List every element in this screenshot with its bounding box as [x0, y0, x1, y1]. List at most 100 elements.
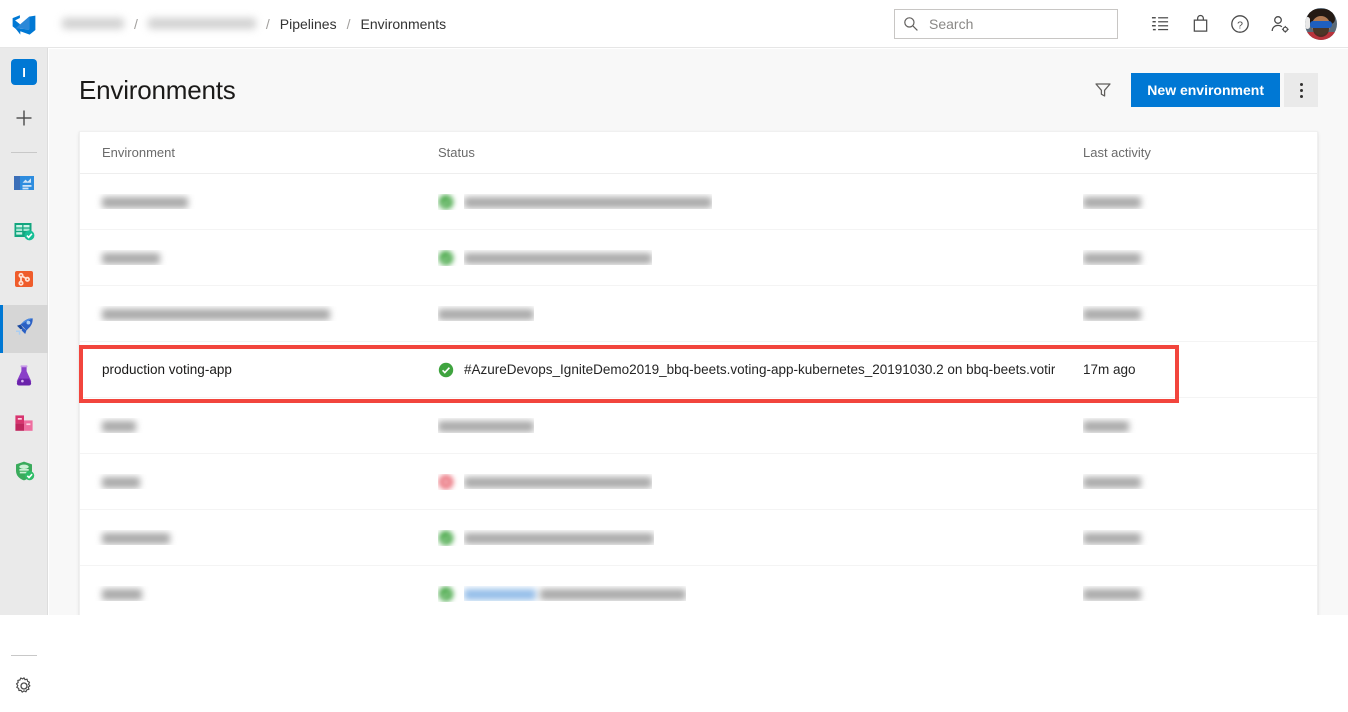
- cell-environment-name[interactable]: [80, 586, 438, 601]
- user-settings-icon[interactable]: [1260, 0, 1300, 48]
- cell-status[interactable]: [438, 250, 1083, 266]
- filter-funnel-icon[interactable]: [1087, 74, 1119, 106]
- table-row[interactable]: [80, 566, 1317, 615]
- cell-last-activity: [1083, 306, 1317, 321]
- cell-environment-name[interactable]: [80, 194, 438, 209]
- breadcrumb-item-pipelines[interactable]: Pipelines: [274, 0, 343, 48]
- sidebar-divider: [10, 152, 37, 153]
- security-shield-icon: [12, 459, 36, 488]
- project-settings-gear-icon: [14, 676, 34, 701]
- sidebar-item-overview[interactable]: [0, 161, 48, 209]
- cell-status[interactable]: [438, 306, 1083, 321]
- success-circle-icon: [438, 362, 454, 378]
- boards-icon: [12, 219, 36, 248]
- sidebar-item-test-plans[interactable]: [0, 353, 48, 401]
- cell-last-activity: [1083, 474, 1317, 489]
- search-icon: [903, 16, 921, 32]
- test-plans-icon: [12, 363, 36, 392]
- breadcrumb-item-project-redacted[interactable]: [147, 18, 256, 29]
- artifacts-icon: [12, 411, 36, 440]
- help-question-icon[interactable]: ?: [1220, 0, 1260, 48]
- table-row[interactable]: [80, 510, 1317, 566]
- page-header: Environments New environment: [49, 49, 1348, 131]
- status-text: [464, 194, 712, 209]
- create-new-icon: [14, 108, 34, 133]
- cell-last-activity: [1083, 250, 1317, 265]
- overview-icon: [12, 171, 36, 200]
- sidebar-item-repos[interactable]: [0, 257, 48, 305]
- status-text: [464, 474, 652, 489]
- azure-devops-logo-icon[interactable]: [0, 0, 48, 48]
- table-row[interactable]: [80, 454, 1317, 510]
- cell-environment-name[interactable]: [80, 474, 438, 489]
- cell-status[interactable]: [438, 474, 1083, 490]
- new-environment-button[interactable]: New environment: [1131, 73, 1280, 107]
- more-options-button[interactable]: [1284, 73, 1318, 107]
- marketplace-bag-icon[interactable]: [1180, 0, 1220, 48]
- sidebar-divider-bottom: [10, 655, 37, 656]
- table-row[interactable]: [80, 174, 1317, 230]
- cell-last-activity: [1083, 418, 1317, 433]
- column-header-environment[interactable]: Environment: [80, 145, 438, 160]
- cell-environment-name[interactable]: [80, 418, 438, 433]
- breadcrumb-separator: /: [134, 15, 138, 32]
- cell-last-activity: [1083, 586, 1317, 601]
- more-options-icon: [1299, 82, 1303, 98]
- page-header-actions: New environment: [1087, 73, 1318, 107]
- breadcrumb: / / Pipelines / Environments: [48, 0, 452, 48]
- success-circle-icon: [438, 250, 454, 266]
- sidebar-item-artifacts[interactable]: [0, 401, 48, 449]
- cell-last-activity: [1083, 194, 1317, 209]
- cell-status[interactable]: [438, 530, 1083, 546]
- sidebar-item-security[interactable]: [0, 449, 48, 497]
- cell-last-activity: 17m ago: [1083, 362, 1136, 377]
- breadcrumb-separator: /: [346, 15, 351, 32]
- table-header-row: Environment Status Last activity: [80, 132, 1317, 174]
- sidebar-item-project-settings[interactable]: [0, 664, 48, 712]
- cell-environment-name[interactable]: production voting-app: [80, 362, 438, 377]
- success-circle-icon: [438, 530, 454, 546]
- success-circle-icon: [438, 194, 454, 210]
- table-body: production voting-app #AzureDevops_Ignite…: [80, 174, 1317, 615]
- sidebar-item-project-avatar[interactable]: I: [0, 48, 48, 96]
- sidebar-item-pipelines[interactable]: [0, 305, 48, 353]
- sidebar-item-boards[interactable]: [0, 209, 48, 257]
- search-placeholder: Search: [929, 15, 974, 32]
- failed-circle-icon: [438, 474, 454, 490]
- user-avatar[interactable]: [1300, 0, 1342, 48]
- cell-environment-name[interactable]: [80, 306, 438, 321]
- table-row[interactable]: [80, 398, 1317, 454]
- task-list-icon[interactable]: [1140, 0, 1180, 48]
- svg-text:?: ?: [1237, 19, 1243, 31]
- cell-status[interactable]: [438, 418, 1083, 433]
- status-text: [464, 530, 654, 545]
- pipelines-icon: [12, 315, 36, 344]
- table-row[interactable]: [80, 286, 1317, 342]
- repos-icon: [12, 267, 36, 296]
- breadcrumb-item-environments[interactable]: Environments: [355, 0, 453, 48]
- status-text: [464, 586, 686, 601]
- project-avatar: I: [11, 59, 37, 85]
- cell-environment-name[interactable]: [80, 530, 438, 545]
- cell-last-activity: [1083, 530, 1317, 545]
- status-text[interactable]: #AzureDevops_IgniteDemo2019_bbq-beets.vo…: [464, 362, 1055, 377]
- cell-environment-name[interactable]: [80, 250, 438, 265]
- column-header-last-activity[interactable]: Last activity: [1083, 145, 1317, 160]
- breadcrumb-separator: /: [265, 15, 270, 32]
- success-circle-icon: [438, 586, 454, 602]
- search-input[interactable]: Search: [894, 8, 1118, 39]
- breadcrumb-item-organization-redacted[interactable]: [62, 18, 124, 29]
- left-navigation-rail: I: [0, 48, 48, 693]
- table-row[interactable]: [80, 230, 1317, 286]
- cell-status[interactable]: [438, 194, 1083, 210]
- status-text: [438, 418, 534, 433]
- status-text: [438, 306, 534, 321]
- table-row[interactable]: production voting-app #AzureDevops_Ignite…: [80, 342, 1317, 398]
- sidebar-item-create-new[interactable]: [0, 96, 48, 144]
- cell-status[interactable]: [438, 586, 1083, 602]
- column-header-status[interactable]: Status: [438, 145, 1083, 160]
- cell-status[interactable]: #AzureDevops_IgniteDemo2019_bbq-beets.vo…: [438, 362, 1083, 378]
- top-bar-actions: Search ?: [894, 0, 1348, 48]
- avatar: [1305, 7, 1337, 40]
